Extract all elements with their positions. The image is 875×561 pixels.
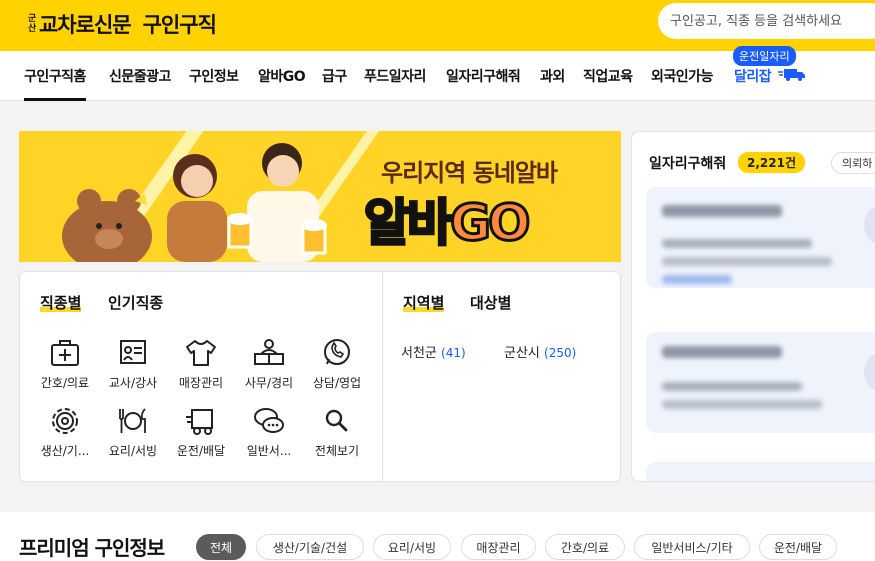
tab-by-job[interactable]: 직종별 xyxy=(40,292,82,313)
search-icon xyxy=(325,409,348,432)
tab-by-region[interactable]: 지역별 xyxy=(403,292,445,313)
category-medical[interactable]: 간호/의료 xyxy=(32,336,98,391)
region-gunsan[interactable]: 군산시 (250) xyxy=(504,342,576,361)
nav-item-albago[interactable]: 알바GO xyxy=(258,66,306,86)
request-card[interactable] xyxy=(646,462,875,481)
teacher-board-icon xyxy=(120,340,146,364)
avatar xyxy=(864,352,875,392)
nav-item-urgent[interactable]: 급구 xyxy=(322,66,347,86)
nav-item-home[interactable]: 구인구직홈 xyxy=(24,66,86,101)
logo-subtitle: 구인구직 xyxy=(142,13,217,37)
phone-chat-icon xyxy=(324,339,350,365)
filter-chip-all[interactable]: 전체 xyxy=(196,534,246,560)
nav-item-education[interactable]: 직업교육 xyxy=(583,66,633,86)
job-category-panel: 직종별 인기직종 간호/의료 교사/강사 매장관리 사무/경리 상담/영업 생산… xyxy=(19,271,621,482)
nav-item-classified[interactable]: 신문줄광고 xyxy=(109,66,171,86)
request-card[interactable] xyxy=(646,187,875,288)
category-teacher[interactable]: 교사/강사 xyxy=(100,336,166,391)
find-job-title: 일자리구해줘 xyxy=(649,156,727,172)
filter-chip-medical[interactable]: 간호/의료 xyxy=(545,534,625,560)
nav-item-food[interactable]: 푸드일자리 xyxy=(364,66,426,86)
request-button[interactable]: 의뢰하 xyxy=(831,152,875,174)
banner-illustration xyxy=(62,143,327,262)
request-card[interactable] xyxy=(646,332,875,433)
avatar xyxy=(864,205,875,245)
dining-icon xyxy=(119,408,146,433)
filter-chip-cooking[interactable]: 요리/서빙 xyxy=(373,534,451,560)
category-store[interactable]: 매장관리 xyxy=(168,336,234,391)
filter-chip-production[interactable]: 생산/기술/건설 xyxy=(256,534,364,560)
tab-by-target[interactable]: 대상별 xyxy=(470,292,511,313)
medical-kit-icon xyxy=(51,340,79,366)
search-box xyxy=(658,3,875,39)
region-seocheon[interactable]: 서천군 (41) xyxy=(401,342,466,361)
nav-item-foreigner[interactable]: 외국인가능 xyxy=(651,66,713,86)
site-logo[interactable]: 군산 교차로신문 구인구직 xyxy=(28,9,217,39)
category-general-service[interactable]: 일반서... xyxy=(236,404,302,459)
premium-title: 프리미엄 구인정보 xyxy=(19,536,165,560)
find-job-panel: 일자리구해줘 2,221건 의뢰하 xyxy=(631,131,875,482)
category-production[interactable]: 생산/기... xyxy=(32,404,98,459)
category-office[interactable]: 사무/경리 xyxy=(236,336,302,391)
chat-bubbles-icon xyxy=(254,408,284,433)
albago-banner[interactable]: 우리지역 동네알바 알바GO xyxy=(19,131,621,262)
driving-job-badge: 운전일자리 xyxy=(733,46,796,66)
filter-chip-store[interactable]: 매장관리 xyxy=(461,534,536,560)
nav-item-jobs[interactable]: 구인정보 xyxy=(189,66,239,86)
category-delivery[interactable]: 운전/배달 xyxy=(168,404,234,459)
filter-chip-delivery[interactable]: 운전/배달 xyxy=(759,534,837,560)
truck-icon xyxy=(186,409,213,435)
gear-icon xyxy=(52,408,78,434)
main-nav: 구인구직홈 신문줄광고 구인정보 알바GO 급구 푸드일자리 일자리구해줘 과외… xyxy=(0,46,875,101)
nav-item-find-job[interactable]: 일자리구해줘 xyxy=(446,66,521,86)
panel-divider xyxy=(382,272,383,481)
office-desk-icon xyxy=(254,339,284,365)
shirt-icon xyxy=(186,340,216,366)
category-sales[interactable]: 상담/영업 xyxy=(304,336,370,391)
tab-popular-jobs[interactable]: 인기직종 xyxy=(108,292,163,313)
nav-item-dallijob[interactable]: 달리잡 xyxy=(734,66,772,86)
logo-region: 군산 xyxy=(28,14,37,34)
top-header: 군산 교차로신문 구인구직 xyxy=(0,0,875,51)
category-view-all[interactable]: 전체보기 xyxy=(304,404,370,459)
search-input[interactable] xyxy=(670,13,875,29)
category-cooking[interactable]: 요리/서빙 xyxy=(100,404,166,459)
banner-title: 알바GO xyxy=(363,193,533,254)
truck-icon xyxy=(778,69,805,81)
nav-item-tutoring[interactable]: 과외 xyxy=(540,66,565,86)
logo-title: 교차로신문 xyxy=(39,13,132,37)
premium-jobs-section: 프리미엄 구인정보 전체 생산/기술/건설 요리/서빙 매장관리 간호/의료 일… xyxy=(0,512,875,561)
filter-chip-general[interactable]: 일반서비스/기타 xyxy=(634,534,750,560)
find-job-count-badge: 2,221건 xyxy=(738,152,805,173)
